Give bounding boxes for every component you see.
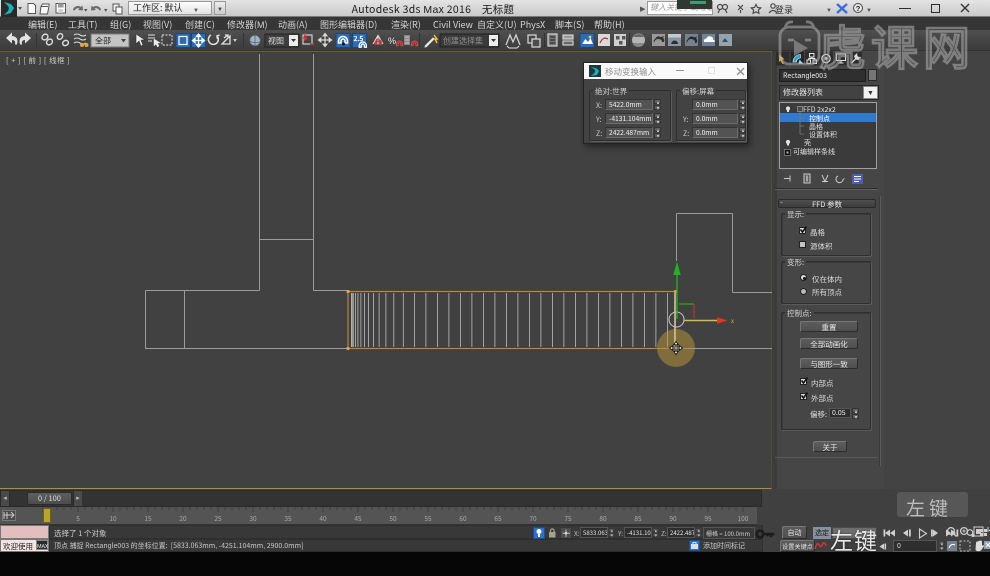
svg-text:x: x	[731, 316, 734, 325]
